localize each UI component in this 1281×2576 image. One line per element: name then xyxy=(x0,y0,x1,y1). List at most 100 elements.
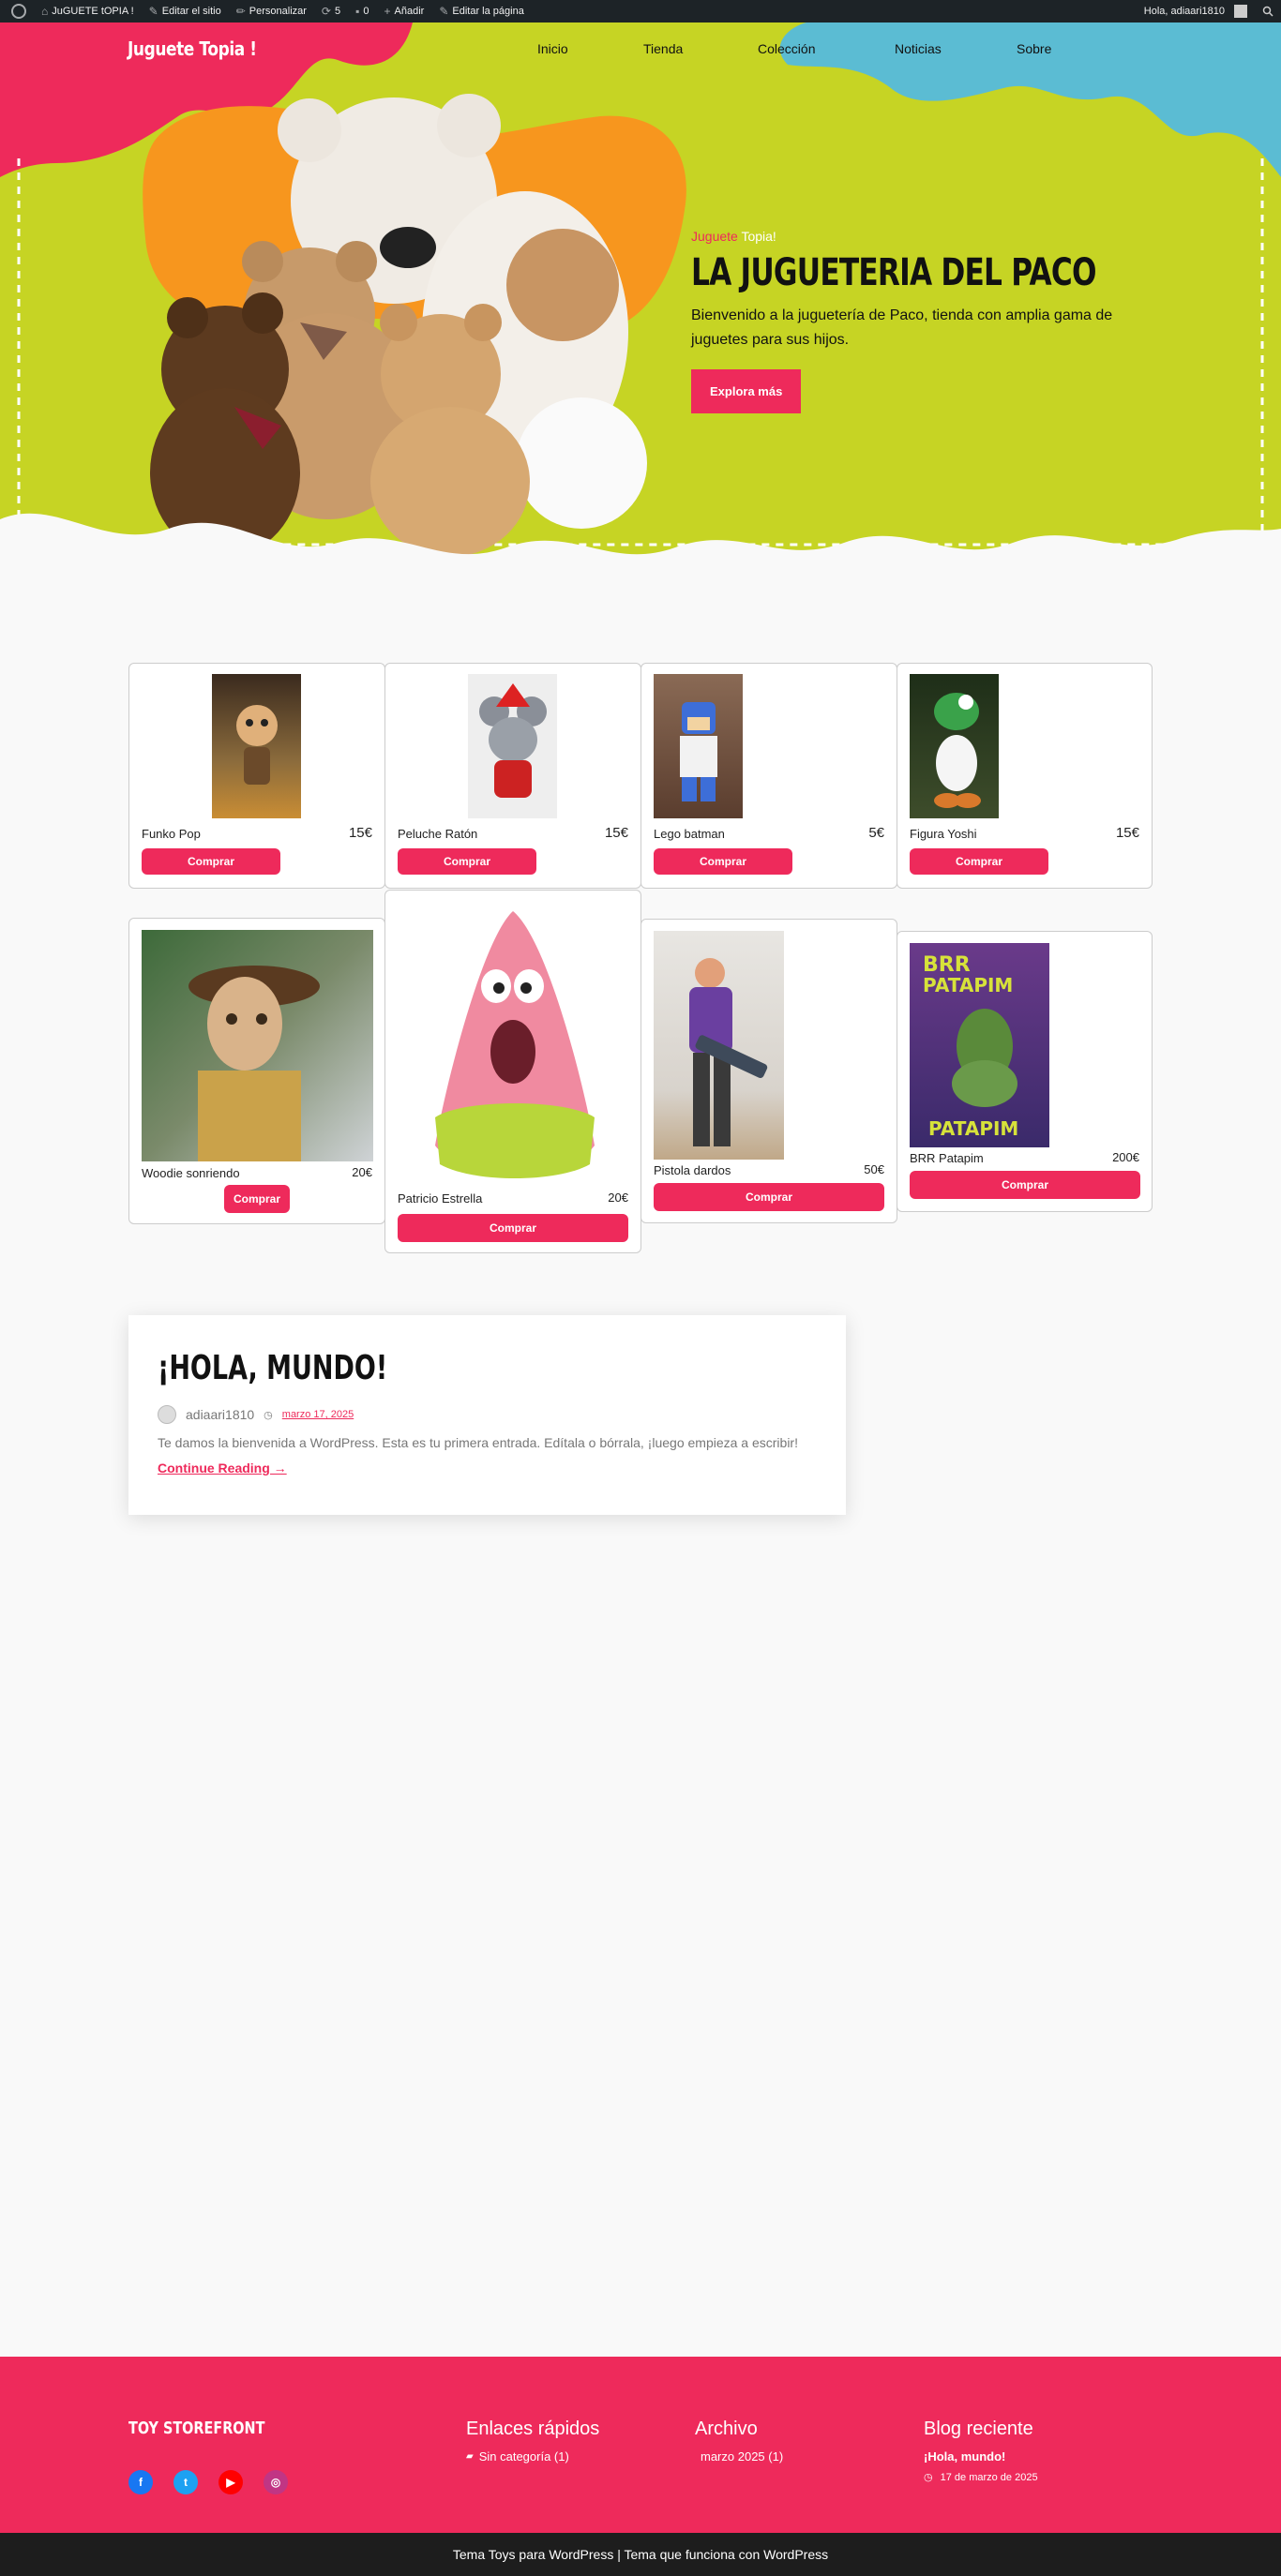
customize-link[interactable]: ✏ Personalizar xyxy=(229,0,314,22)
product-card: BRR PATAPIM PATAPIM BRR Patapim 200€ Compr… xyxy=(897,931,1153,1212)
woodie-image xyxy=(142,930,373,1161)
post-excerpt: Te damos la bienvenida a WordPress. Esta… xyxy=(158,1435,798,1450)
plus-icon: + xyxy=(384,5,391,18)
search-icon[interactable] xyxy=(1255,0,1281,22)
footer-recent-blog: Blog reciente ¡Hola, mundo! ◷ 17 de marzo… xyxy=(924,2419,1038,2483)
brr-patapim-image: BRR PATAPIM PATAPIM xyxy=(910,943,1049,1147)
hero-description: Bienvenido a la juguetería de Paco, tien… xyxy=(691,307,1113,348)
nav-item-inicio[interactable]: Inicio xyxy=(537,41,568,56)
figura-yoshi-image xyxy=(910,674,999,818)
account-menu[interactable]: Hola, adiaari1810 xyxy=(1137,0,1255,22)
author-avatar xyxy=(158,1405,176,1424)
main-navigation: Inicio Tienda Colección Noticias Sobre xyxy=(0,41,1281,60)
admin-bar: ⌂ JuGUETE tOPIA ! ✎ Editar el sitio ✏ Perso… xyxy=(0,0,1281,22)
product-price: 15€ xyxy=(1115,825,1139,841)
comment-icon: ▪ xyxy=(355,5,360,18)
buy-button[interactable]: Comprar xyxy=(398,1214,628,1242)
product-card: Lego batman 5€ Comprar xyxy=(640,663,897,889)
home-icon: ⌂ xyxy=(41,5,49,18)
pencil-icon: ✏ xyxy=(235,5,246,18)
product-name[interactable]: Patricio Estrella xyxy=(398,1191,482,1206)
clock-icon: ◷ xyxy=(924,2472,933,2483)
buy-button[interactable]: Comprar xyxy=(398,848,536,875)
avatar xyxy=(1234,5,1247,18)
social-links: f t ▶ ◎ xyxy=(128,2470,288,2494)
product-name[interactable]: Pistola dardos xyxy=(654,1163,731,1177)
funko-pop-image xyxy=(212,674,301,818)
add-new-link[interactable]: + Añadir xyxy=(377,0,432,22)
hero-title: LA JUGUETERIA DEL PACO xyxy=(691,251,1096,294)
buy-button[interactable]: Comprar xyxy=(910,848,1048,875)
post-title[interactable]: ¡HOLA, MUNDO! xyxy=(158,1349,387,1387)
patricio-estrella-image xyxy=(398,902,629,1196)
pistola-dardos-image xyxy=(654,931,784,1160)
post-meta: adiaari1810 ◷ marzo 17, 2025 xyxy=(158,1405,354,1424)
nav-item-noticias[interactable]: Noticias xyxy=(895,41,942,56)
credits-text[interactable]: Tema Toys para WordPress | Tema que func… xyxy=(453,2547,828,2562)
edit-site-link[interactable]: ✎ Editar el sitio xyxy=(142,0,229,22)
twitter-icon[interactable]: t xyxy=(173,2470,198,2494)
lego-batman-image xyxy=(654,674,743,818)
updates-link[interactable]: ⟳ 5 xyxy=(314,0,348,22)
wordpress-logo-icon[interactable] xyxy=(0,0,34,22)
nav-item-sobre[interactable]: Sobre xyxy=(1017,41,1051,56)
blog-post-card: ¡HOLA, MUNDO! adiaari1810 ◷ marzo 17, 20… xyxy=(128,1315,846,1515)
buy-button[interactable]: Comprar xyxy=(654,848,792,875)
facebook-icon[interactable]: f xyxy=(128,2470,153,2494)
hero-section: Juguete Topia ! Inicio Tienda Colección … xyxy=(0,22,1281,594)
footer-heading: Archivo xyxy=(695,2419,758,2439)
archive-link[interactable]: marzo 2025 (1) xyxy=(701,2449,783,2464)
buy-button[interactable]: Comprar xyxy=(224,1185,290,1213)
footer-archive: Archivo marzo 2025 (1) xyxy=(695,2419,783,2464)
svg-text:PATAPIM: PATAPIM xyxy=(923,974,1013,996)
brush-icon: ✎ xyxy=(148,5,158,18)
continue-reading-link[interactable]: Continue Reading → xyxy=(158,1460,287,1475)
explore-button[interactable]: Explora más xyxy=(691,369,802,413)
post-date[interactable]: marzo 17, 2025 xyxy=(282,1409,354,1420)
instagram-icon[interactable]: ◎ xyxy=(264,2470,288,2494)
product-price: 20€ xyxy=(608,1191,628,1205)
product-name[interactable]: BRR Patapim xyxy=(910,1151,984,1165)
recent-post-date: 17 de marzo de 2025 xyxy=(940,2471,1038,2483)
footer-credits: Tema Toys para WordPress | Tema que func… xyxy=(0,2533,1281,2576)
nav-item-tienda[interactable]: Tienda xyxy=(643,41,683,56)
recent-post-link[interactable]: ¡Hola, mundo! xyxy=(924,2449,1005,2464)
edit-page-link[interactable]: ✎ Editar la página xyxy=(431,0,532,22)
pencil-icon: ✎ xyxy=(439,5,449,18)
admin-site-link[interactable]: ⌂ JuGUETE tOPIA ! xyxy=(34,0,142,22)
product-card: Peluche Ratón 15€ Comprar xyxy=(384,663,641,889)
product-price: 20€ xyxy=(352,1165,372,1179)
product-price: 15€ xyxy=(604,825,628,841)
hero-text: Juguete Topia! LA JUGUETERIA DEL PACO Bi… xyxy=(691,229,1132,413)
nav-item-coleccion[interactable]: Colección xyxy=(758,41,815,56)
footer: TOY STOREFRONT f t ▶ ◎ Enlaces rápidos ▰… xyxy=(0,2357,1281,2533)
footer-heading: Blog reciente xyxy=(924,2419,1033,2439)
product-name[interactable]: Lego batman xyxy=(654,827,725,841)
clock-icon: ◷ xyxy=(264,1409,273,1421)
footer-brand: TOY STOREFRONT xyxy=(128,2419,265,2438)
product-card: Patricio Estrella 20€ Comprar xyxy=(384,890,641,1253)
product-price: 200€ xyxy=(1112,1150,1139,1164)
refresh-icon: ⟳ xyxy=(321,5,331,18)
product-price: 5€ xyxy=(868,825,884,841)
product-name[interactable]: Peluche Ratón xyxy=(398,827,477,841)
buy-button[interactable]: Comprar xyxy=(654,1183,884,1211)
youtube-icon[interactable]: ▶ xyxy=(219,2470,243,2494)
footer-heading: Enlaces rápidos xyxy=(466,2419,600,2439)
folder-icon: ▰ xyxy=(466,2451,474,2462)
comments-link[interactable]: ▪ 0 xyxy=(348,0,376,22)
product-name[interactable]: Funko Pop xyxy=(142,827,201,841)
category-link[interactable]: Sin categoría (1) xyxy=(479,2449,569,2464)
product-price: 15€ xyxy=(348,825,372,841)
product-card: Funko Pop 15€ Comprar xyxy=(128,663,385,889)
buy-button[interactable]: Comprar xyxy=(910,1171,1140,1199)
product-name[interactable]: Woodie sonriendo xyxy=(142,1166,240,1180)
buy-button[interactable]: Comprar xyxy=(142,848,280,875)
post-author[interactable]: adiaari1810 xyxy=(186,1407,254,1422)
svg-text:PATAPIM: PATAPIM xyxy=(928,1117,1018,1140)
peluche-raton-image xyxy=(468,674,557,818)
product-name[interactable]: Figura Yoshi xyxy=(910,827,977,841)
product-price: 50€ xyxy=(864,1162,884,1176)
footer-quick-links: Enlaces rápidos ▰ Sin categoría (1) xyxy=(466,2419,599,2464)
product-card: Figura Yoshi 15€ Comprar xyxy=(897,663,1153,889)
